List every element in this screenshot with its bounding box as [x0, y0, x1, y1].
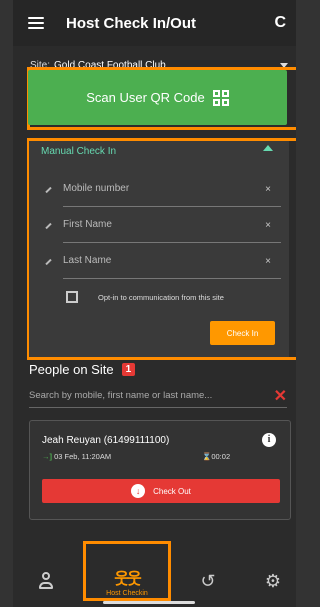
first-name-placeholder: First Name [63, 219, 112, 230]
check-out-label: Check Out [153, 486, 191, 496]
app-screen: Host Check In/Out C Site: Gold Coast Foo… [13, 0, 296, 607]
field-underline [63, 206, 281, 207]
optin-row[interactable]: Opt-in to communication from this site [66, 291, 224, 303]
bottom-navigation: 웃웃 Host Checkin ↺ ⚙ [13, 541, 296, 607]
check-in-time-value: 03 Feb, 11:20AM [54, 452, 112, 461]
manual-checkin-title[interactable]: Manual Check In [41, 146, 116, 157]
person-icon [39, 572, 53, 590]
people-count-badge: 1 [121, 363, 136, 376]
people-icon: 웃웃 [114, 571, 141, 588]
nav-settings[interactable]: ⚙ [258, 555, 288, 607]
last-name-field[interactable]: Last Name × [43, 249, 281, 285]
duration-value: 00:02 [211, 452, 231, 461]
scan-qr-label: Scan User QR Code [86, 90, 205, 105]
people-search-field[interactable]: Search by mobile, first name or last nam… [29, 384, 287, 408]
check-in-button[interactable]: Check In [210, 321, 275, 345]
manual-checkin-panel: Manual Check In Mobile number × First Na… [29, 141, 289, 357]
mobile-number-field[interactable]: Mobile number × [43, 177, 281, 213]
pencil-icon [45, 222, 52, 230]
nav-host-checkin[interactable]: 웃웃 Host Checkin [87, 555, 167, 607]
home-indicator [103, 601, 195, 604]
top-app-bar: Host Check In/Out C [13, 0, 296, 46]
clear-first-name-icon[interactable]: × [265, 220, 271, 231]
people-on-site-heading: People on Site 1 [29, 362, 136, 377]
person-card: Jeah Reuyan (61499111100) i →] 03 Feb, 1… [29, 420, 291, 520]
clear-search-icon[interactable]: ✕ [274, 386, 287, 406]
arrow-down-circle-icon: ↓ [131, 484, 146, 498]
gear-icon: ⚙ [264, 570, 282, 591]
duration: ⌛00:02 [202, 452, 230, 461]
first-name-field[interactable]: First Name × [43, 213, 281, 249]
optin-label: Opt-in to communication from this site [98, 292, 224, 302]
menu-icon[interactable] [28, 17, 44, 29]
pencil-icon [45, 186, 52, 194]
hourglass-icon: ⌛ [202, 452, 212, 461]
optin-checkbox[interactable] [66, 291, 78, 303]
sign-in-arrow-icon: →] [42, 452, 52, 461]
person-name: Jeah Reuyan (61499111100) [42, 435, 170, 446]
nav-profile[interactable] [31, 555, 61, 607]
field-underline [63, 242, 281, 243]
people-on-site-title: People on Site [29, 362, 114, 377]
search-underline [29, 407, 287, 408]
page-title: Host Check In/Out [66, 14, 197, 32]
qr-code-icon [212, 89, 229, 106]
refresh-icon[interactable]: C [274, 14, 286, 32]
info-icon[interactable]: i [262, 433, 276, 447]
scan-qr-button[interactable]: Scan User QR Code [28, 70, 287, 125]
nav-host-checkin-label: Host Checkin [106, 590, 148, 597]
people-search-placeholder: Search by mobile, first name or last nam… [29, 390, 213, 401]
chevron-up-icon[interactable] [263, 145, 273, 151]
pencil-icon [45, 258, 52, 266]
clear-mobile-icon[interactable]: × [265, 184, 271, 195]
last-name-placeholder: Last Name [63, 255, 112, 266]
check-in-time: →] 03 Feb, 11:20AM [42, 452, 111, 461]
history-icon: ↺ [200, 570, 216, 591]
nav-history[interactable]: ↺ [193, 555, 223, 607]
clear-last-name-icon[interactable]: × [265, 256, 271, 267]
check-out-button[interactable]: ↓ Check Out [42, 479, 280, 503]
field-underline [63, 278, 281, 279]
mobile-number-placeholder: Mobile number [63, 183, 130, 194]
